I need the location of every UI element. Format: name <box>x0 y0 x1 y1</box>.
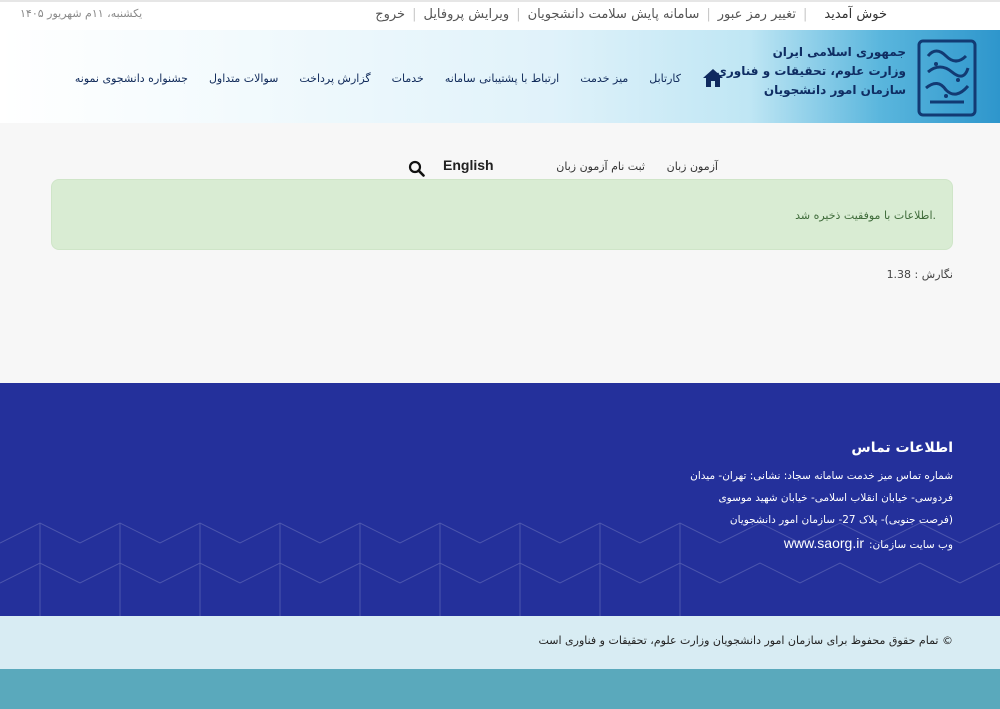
app-version: نگارش : 1.38 <box>886 268 953 281</box>
organization-name: جمهوری اسلامی ایران وزارت علوم، تحقیقات … <box>715 43 906 100</box>
website-link[interactable]: www.saorg.ir <box>784 535 864 551</box>
welcome-text: خوش آمدید <box>824 7 887 22</box>
success-alert: .اطلاعات با موفقیت ذخیره شد <box>51 179 953 250</box>
divider: | <box>706 7 711 22</box>
site-header: جمهوری اسلامی ایران وزارت علوم، تحقیقات … <box>0 30 1000 123</box>
nav-item-service-desk[interactable]: میز خدمت <box>580 72 628 85</box>
website-label: وب سایت سازمان: <box>869 539 953 551</box>
organization-emblem-logo[interactable] <box>916 38 978 118</box>
divider: | <box>412 7 417 22</box>
language-exam-register-link[interactable]: ثبت نام آزمون زبان <box>556 160 645 173</box>
copyright-text: © تمام حقوق محفوظ برای سازمان امور دانشج… <box>538 634 953 647</box>
logo-line-1: جمهوری اسلامی ایران <box>772 45 906 59</box>
nav-item-cartable[interactable]: کارتابل <box>649 72 681 85</box>
change-password-link[interactable]: تغییر رمز عبور <box>718 7 796 22</box>
alert-message: .اطلاعات با موفقیت ذخیره شد <box>795 209 936 222</box>
health-monitoring-link[interactable]: سامانه پایش سلامت دانشجویان <box>528 7 700 22</box>
main-nav: کارتابل میز خدمت ارتباط با پشتیبانی ساما… <box>54 68 724 88</box>
nav-item-student-festival[interactable]: جشنواره دانشجوی نمونه <box>75 72 188 85</box>
bottom-bar <box>0 669 1000 709</box>
logo-line-3: سازمان امور دانشجویان <box>763 83 906 97</box>
copyright-bar: © تمام حقوق محفوظ برای سازمان امور دانشج… <box>0 616 1000 669</box>
nav-item-services[interactable]: خدمات <box>392 72 424 85</box>
search-icon[interactable] <box>408 160 425 177</box>
edit-profile-link[interactable]: ویرایش پروفایل <box>423 7 509 22</box>
footer: اطلاعات تماس شماره تماس میز خدمت سامانه … <box>0 383 1000 616</box>
user-links: خوش آمدید | تغییر رمز عبور | سامانه پایش… <box>375 7 887 22</box>
contact-info-title: اطلاعات تماس <box>851 440 953 456</box>
nav-item-faq[interactable]: سوالات متداول <box>209 72 278 85</box>
current-date: یکشنبه، ۱۱م شهریور ۱۴۰۵ <box>20 7 143 20</box>
home-icon[interactable] <box>702 68 724 88</box>
nav-item-support[interactable]: ارتباط با پشتیبانی سامانه <box>445 72 559 85</box>
logo-line-2: وزارت علوم، تحقیقات و فناوری <box>715 64 906 78</box>
contact-line: فردوسی- خیابان انقلاب اسلامی- خیابان شهی… <box>718 492 953 504</box>
website-line: وب سایت سازمان: www.saorg.ir <box>784 535 953 551</box>
divider: | <box>803 7 808 22</box>
nav-item-payment-report[interactable]: گزارش پرداخت <box>299 72 370 85</box>
top-bar: یکشنبه، ۱۱م شهریور ۱۴۰۵ خوش آمدید | تغیی… <box>0 0 1000 30</box>
sub-nav: آزمون زبان ثبت نام آزمون زبان English <box>0 157 1000 179</box>
english-language-link[interactable]: English <box>443 157 494 173</box>
language-exam-link[interactable]: آزمون زبان <box>667 160 718 173</box>
contact-line: شماره تماس میز خدمت سامانه سجاد: نشانی: … <box>690 470 953 482</box>
divider: | <box>516 7 521 22</box>
contact-line: (فرصت جنوبی)- پلاک 27- سازمان امور دانشج… <box>729 514 953 526</box>
logout-link[interactable]: خروج <box>375 7 405 22</box>
